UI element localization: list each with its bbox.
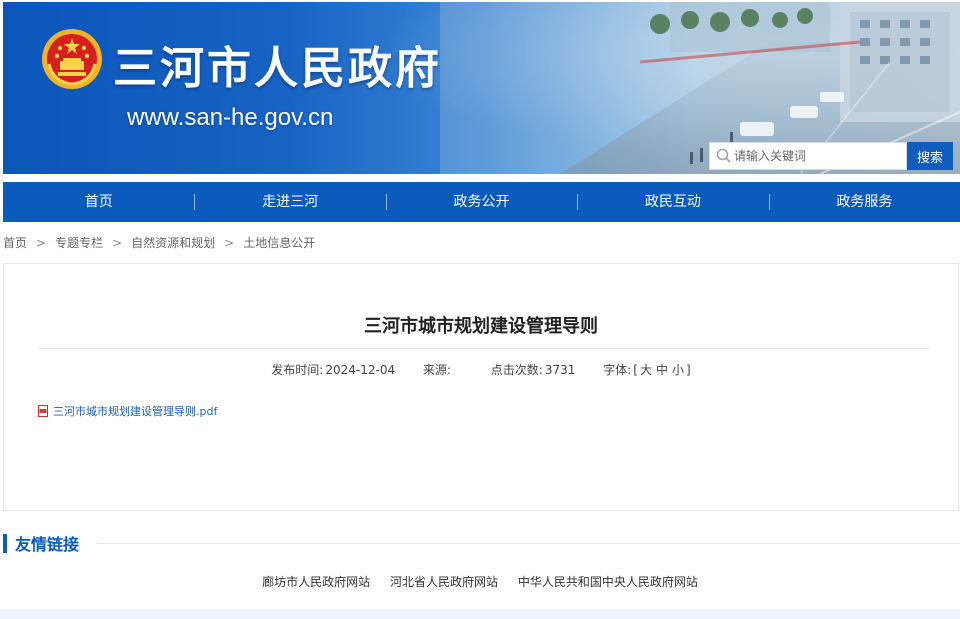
font-size-control: 字体:[大中小]	[603, 363, 691, 377]
search-button[interactable]: 搜索	[907, 142, 953, 170]
nav-item-home[interactable]: 首页	[3, 182, 194, 222]
font-medium-link[interactable]: 中	[656, 363, 668, 377]
font-large-link[interactable]: 大	[640, 363, 652, 377]
main-nav: 首页 走进三河 政务公开 政民互动 政务服务	[3, 182, 960, 222]
link-central-gov[interactable]: 中华人民共和国中央人民政府网站	[518, 575, 698, 589]
breadcrumb-separator: >	[224, 235, 235, 250]
nav-item-gov-services[interactable]: 政务服务	[768, 182, 960, 222]
article-panel: 三河市城市规划建设管理导则 发布时间: 2024-12-04 来源: 点击次数: 3…	[3, 263, 959, 511]
links-list: 廊坊市人民政府网站 河北省人民政府网站 中华人民共和国中央人民政府网站	[0, 573, 960, 590]
breadcrumb-separator: >	[112, 235, 123, 250]
click-count: 点击次数: 3731	[490, 363, 576, 377]
nav-item-about-sanhe[interactable]: 走进三河	[194, 182, 385, 222]
source: 来源:	[422, 363, 451, 377]
attachment-link[interactable]: 三河市城市规划建设管理导则.pdf	[53, 403, 217, 419]
font-small-link[interactable]: 小	[672, 363, 684, 377]
publish-time: 发布时间: 2024-12-04	[271, 363, 396, 377]
links-section-header: 友情链接	[3, 532, 960, 554]
site-url: www.san-he.gov.cn	[127, 104, 334, 131]
nav-item-gov-affairs-disclosure[interactable]: 政务公开	[385, 182, 577, 222]
header-banner: 三河市人民政府 www.san-he.gov.cn 搜索	[3, 2, 960, 174]
breadcrumb: 首页 > 专题专栏 > 自然资源和规划 > 土地信息公开	[3, 234, 315, 251]
links-title: 友情链接	[15, 535, 80, 554]
breadcrumb-separator: >	[36, 235, 47, 250]
search-icon	[716, 148, 731, 163]
link-hebei-gov[interactable]: 河北省人民政府网站	[390, 575, 498, 589]
breadcrumb-item-home[interactable]: 首页	[3, 234, 27, 251]
search-input[interactable]	[734, 143, 904, 169]
breadcrumb-item-land-info[interactable]: 土地信息公开	[243, 234, 315, 251]
link-langfang-gov[interactable]: 廊坊市人民政府网站	[262, 575, 370, 589]
search-box	[709, 142, 907, 170]
article-title: 三河市城市规划建设管理导则	[364, 316, 598, 337]
article-meta: 发布时间: 2024-12-04 来源: 点击次数: 3731 字体:[大中小]	[4, 361, 958, 378]
title-divider	[38, 348, 930, 349]
attachment: 三河市城市规划建设管理导则.pdf	[38, 403, 217, 419]
nav-item-public-interaction[interactable]: 政民互动	[577, 182, 768, 222]
links-accent-bar	[3, 533, 7, 553]
footer-strip	[0, 609, 960, 619]
breadcrumb-item-special-topics[interactable]: 专题专栏	[55, 234, 103, 251]
breadcrumb-item-natural-resources[interactable]: 自然资源和规划	[131, 234, 215, 251]
site-title: 三河市人民政府	[113, 43, 442, 94]
national-emblem-icon	[42, 29, 102, 89]
pdf-icon	[38, 405, 48, 417]
links-divider	[97, 542, 960, 544]
